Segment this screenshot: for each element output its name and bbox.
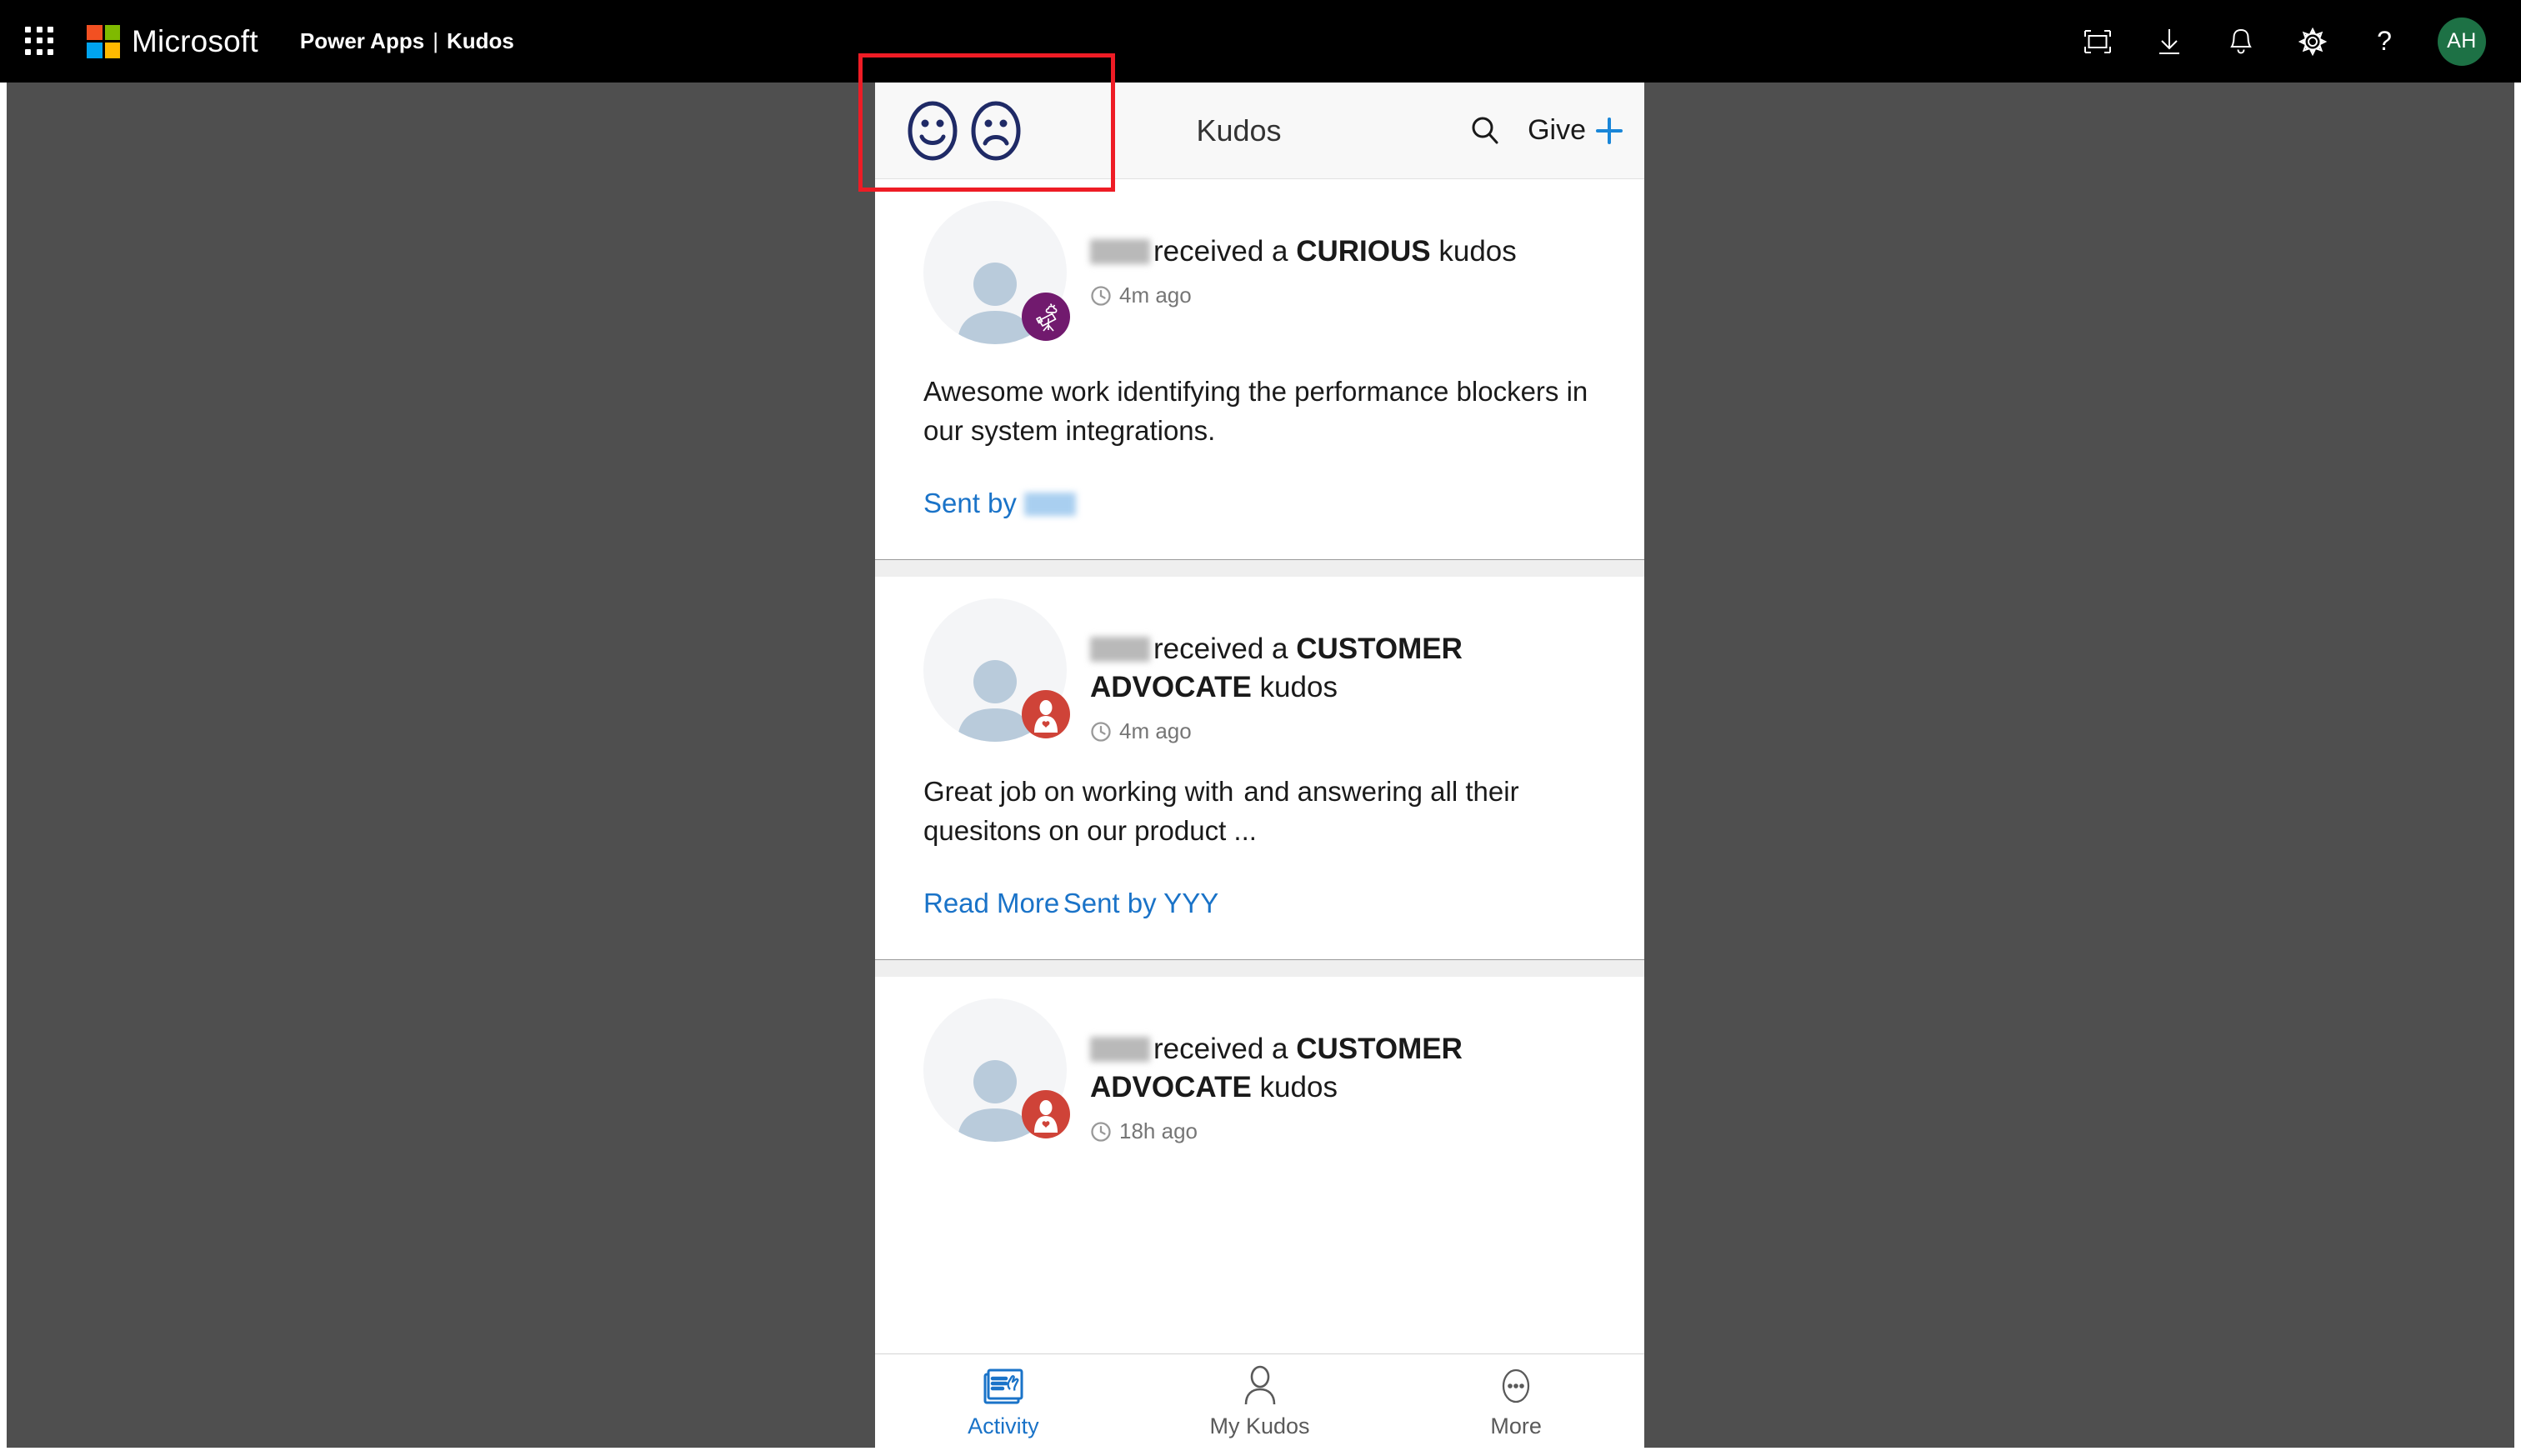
breadcrumb-product: Power Apps xyxy=(299,28,425,53)
kudos-suffix: kudos xyxy=(1438,235,1517,268)
plus-icon xyxy=(1596,117,1623,144)
user-avatar[interactable]: AH xyxy=(2438,17,2486,66)
app-launcher-icon[interactable] xyxy=(25,26,55,57)
microsoft-wordmark: Microsoft xyxy=(132,23,258,58)
nav-label-more: More xyxy=(1490,1413,1542,1438)
nav-item-more[interactable]: More xyxy=(1388,1354,1644,1448)
clock-icon xyxy=(1091,721,1111,742)
breadcrumb-app: Kudos xyxy=(446,28,514,53)
sad-face-icon[interactable] xyxy=(970,99,1022,163)
svg-text:?: ? xyxy=(2377,27,2392,56)
clock-icon xyxy=(1091,286,1111,306)
microsoft-suite-bar: Microsoft Power Apps | Kudos ? AH xyxy=(0,0,2521,83)
kudos-card[interactable]: received a CURIOUS kudos 4m ago Awesome … xyxy=(875,179,1644,559)
card-bottom-spacer xyxy=(923,919,1596,959)
nav-label-activity: Activity xyxy=(968,1413,1039,1438)
kudos-card[interactable]: received a CUSTOMER ADVOCATE kudos 18h a… xyxy=(875,976,1644,1145)
card-header-row: received a CUSTOMER ADVOCATE kudos 4m ag… xyxy=(923,598,1596,744)
redacted-recipient-name xyxy=(1090,636,1150,662)
timestamp-text: 18h ago xyxy=(1119,1118,1198,1144)
card-header-row: received a CUSTOMER ADVOCATE kudos 18h a… xyxy=(923,998,1596,1144)
header-actions: Give xyxy=(1468,113,1628,149)
activity-feed-icon xyxy=(983,1368,1023,1403)
telescope-badge-icon xyxy=(1022,293,1070,341)
received-text: received a xyxy=(1153,1032,1288,1065)
redacted-sender-name xyxy=(1024,492,1077,516)
card-separator xyxy=(875,958,1644,977)
customer-advocate-badge-icon xyxy=(1022,689,1070,738)
recipient-avatar xyxy=(923,598,1070,742)
download-icon[interactable] xyxy=(2151,23,2188,60)
message-prefix: Great job on working with xyxy=(923,776,1234,808)
kudos-suffix: kudos xyxy=(1259,1071,1338,1103)
bell-icon[interactable] xyxy=(2223,23,2259,60)
timestamp: 4m ago xyxy=(1090,718,1596,744)
gear-icon[interactable] xyxy=(2294,23,2331,60)
kudos-app-panel: Kudos Give received a CURIOUS kudos 4m a… xyxy=(875,83,1644,1448)
card-bottom-spacer xyxy=(923,519,1596,559)
redacted-recipient-name xyxy=(1090,1036,1150,1062)
customer-advocate-badge-icon xyxy=(1022,1089,1070,1138)
nav-item-activity[interactable]: Activity xyxy=(875,1354,1132,1448)
breadcrumb-divider: | xyxy=(433,28,438,53)
help-icon[interactable]: ? xyxy=(2366,23,2403,60)
bottom-navigation: Activity My Kudos More xyxy=(875,1353,1644,1448)
timestamp: 18h ago xyxy=(1090,1118,1596,1144)
sent-by-label: Sent by xyxy=(923,487,1017,518)
sent-by-link[interactable]: Sent by xyxy=(923,487,1077,519)
card-header-row: received a CURIOUS kudos 4m ago xyxy=(923,201,1596,344)
recipient-avatar xyxy=(923,201,1070,344)
timestamp-text: 4m ago xyxy=(1119,283,1192,308)
kudos-headline: received a CUSTOMER ADVOCATE kudos xyxy=(1090,1030,1596,1107)
search-icon[interactable] xyxy=(1468,113,1503,148)
kudos-headline: received a CURIOUS kudos xyxy=(1090,233,1596,271)
app-breadcrumb: Power Apps | Kudos xyxy=(300,28,514,54)
redacted-recipient-name xyxy=(1090,239,1150,264)
kudos-feed[interactable]: received a CURIOUS kudos 4m ago Awesome … xyxy=(875,179,1644,1353)
give-kudos-button[interactable]: Give xyxy=(1528,113,1628,149)
person-icon xyxy=(1244,1365,1275,1404)
happy-face-icon[interactable] xyxy=(907,99,958,163)
kudos-card[interactable]: received a CUSTOMER ADVOCATE kudos 4m ag… xyxy=(875,576,1644,959)
recipient-avatar xyxy=(923,998,1070,1142)
microsoft-logo-icon xyxy=(87,24,120,58)
kudos-headline: received a CUSTOMER ADVOCATE kudos xyxy=(1090,630,1596,707)
card-separator xyxy=(875,558,1644,577)
suite-bar-actions: ? AH xyxy=(2079,17,2486,66)
kudos-message: Great job on working with and answering a… xyxy=(923,773,1596,851)
timestamp: 4m ago xyxy=(1090,283,1596,308)
read-more-link[interactable]: Read More xyxy=(923,888,1059,919)
kudos-suffix: kudos xyxy=(1259,670,1338,703)
kudos-message: Awesome work identifying the performance… xyxy=(923,376,1588,446)
kudos-type: CURIOUS xyxy=(1296,235,1431,268)
sent-by-link[interactable]: Sent by YYY xyxy=(1063,888,1219,919)
give-button-label: Give xyxy=(1528,114,1586,146)
kudos-app-header: Kudos Give xyxy=(875,83,1644,179)
received-text: received a xyxy=(1153,235,1288,268)
card-headline-block: received a CURIOUS kudos 4m ago xyxy=(1090,201,1596,308)
screenshot-frame: Microsoft Power Apps | Kudos ? AH Kudos … xyxy=(0,0,2521,1456)
clock-icon xyxy=(1091,1122,1111,1142)
more-ellipsis-icon xyxy=(1503,1368,1530,1403)
card-headline-block: received a CUSTOMER ADVOCATE kudos 18h a… xyxy=(1090,998,1596,1144)
nav-item-my-kudos[interactable]: My Kudos xyxy=(1132,1354,1388,1448)
fit-to-screen-icon[interactable] xyxy=(2079,23,2116,60)
mood-icons-group xyxy=(907,99,1022,163)
received-text: received a xyxy=(1153,632,1288,665)
card-headline-block: received a CUSTOMER ADVOCATE kudos 4m ag… xyxy=(1090,598,1596,744)
timestamp-text: 4m ago xyxy=(1119,718,1192,744)
nav-label-my-kudos: My Kudos xyxy=(1209,1413,1310,1438)
